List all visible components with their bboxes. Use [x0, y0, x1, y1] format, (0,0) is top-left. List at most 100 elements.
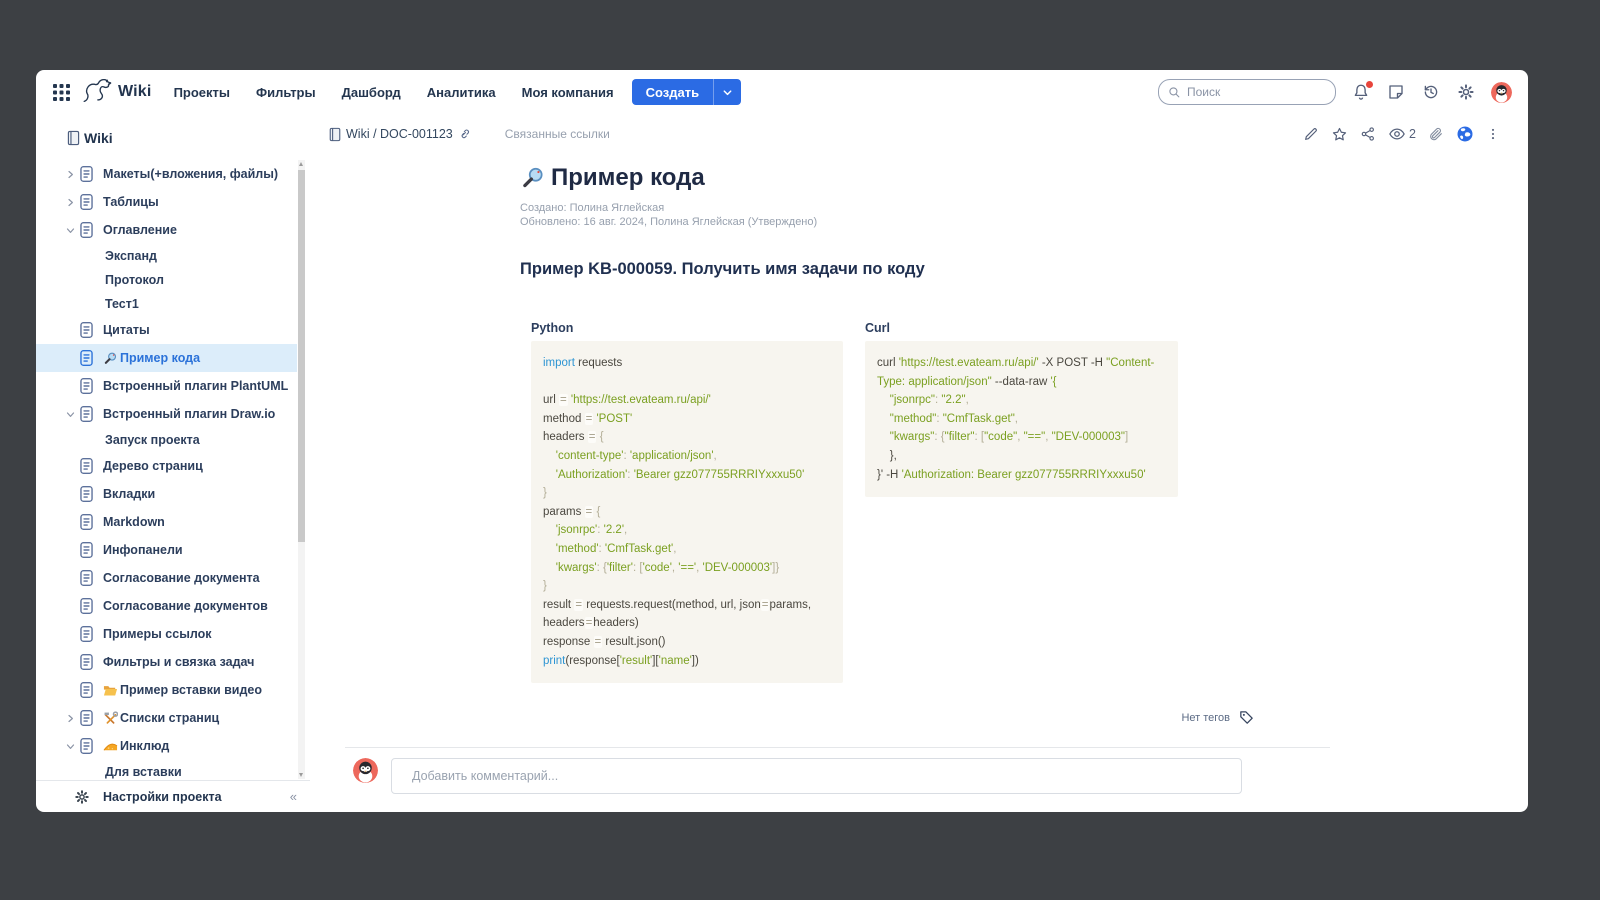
sidebar-item[interactable]: Запуск проекта — [36, 428, 297, 452]
sidebar-item[interactable]: Markdown — [36, 508, 297, 536]
code-line: } — [543, 484, 831, 503]
sidebar-item[interactable]: Вкладки — [36, 480, 297, 508]
create-dropdown-button[interactable] — [714, 79, 741, 105]
collapse-sidebar-button[interactable]: « — [290, 789, 296, 804]
code-block[interactable]: curl 'https://test.evateam.ru/api/' -X P… — [865, 341, 1178, 497]
chevron-right-icon[interactable] — [62, 710, 78, 726]
sidebar-item[interactable]: Фильтры и связка задач — [36, 648, 297, 676]
search-input[interactable]: Поиск — [1158, 79, 1336, 105]
nav-menu-item[interactable]: Проекты — [174, 85, 230, 100]
project-settings-label[interactable]: Настройки проекта — [103, 790, 222, 804]
sidebar-item[interactable]: Дерево страниц — [36, 452, 297, 480]
code-block-label: Python — [531, 321, 843, 335]
sidebar-item[interactable]: Цитаты — [36, 316, 297, 344]
settings-gear-icon[interactable] — [1456, 82, 1476, 102]
create-button[interactable]: Создать — [632, 79, 713, 105]
sidebar-item[interactable]: Инклюд — [36, 732, 297, 760]
code-line: 'method': 'CmfTask.get', — [543, 540, 831, 559]
sidebar-item[interactable]: Протокол — [36, 268, 297, 292]
favorite-star-icon[interactable] — [1331, 126, 1348, 143]
code-line: params = { — [543, 503, 831, 522]
scrollbar-down-arrow[interactable] — [299, 773, 303, 777]
comment-user-avatar — [353, 758, 378, 783]
code-line: headers = { — [543, 428, 831, 447]
breadcrumb[interactable]: Wiki / DOC-001123 — [328, 127, 471, 142]
sidebar-item[interactable]: Пример кода — [36, 344, 297, 372]
document-icon — [78, 513, 95, 531]
code-line: 'jsonrpc': '2.2', — [543, 521, 831, 540]
project-settings-gear-icon[interactable] — [74, 789, 90, 805]
sidebar-item[interactable]: Согласование документа — [36, 564, 297, 592]
history-icon[interactable] — [1421, 82, 1441, 102]
scrollbar-thumb[interactable] — [298, 170, 305, 542]
chevron-right-icon[interactable] — [62, 194, 78, 210]
chevron-spacer — [62, 654, 78, 670]
code-line: 'kwargs': {'filter': ['code', '==', 'DEV… — [543, 559, 831, 578]
user-avatar[interactable] — [1491, 82, 1512, 103]
notifications-bell-icon[interactable] — [1351, 82, 1371, 102]
chevron-down-icon[interactable] — [62, 222, 78, 238]
sidebar-item[interactable]: Встроенный плагин Draw.io — [36, 400, 297, 428]
sidebar-item-label: Markdown — [103, 515, 165, 529]
sidebar-item[interactable]: Тест1 — [36, 292, 297, 316]
dino-logo-icon[interactable] — [80, 79, 114, 105]
document-icon — [78, 405, 95, 423]
sidebar-item[interactable]: Примеры ссылок — [36, 620, 297, 648]
code-line: result = requests.request(method, url, j… — [543, 596, 831, 615]
views-eye-icon[interactable]: 2 — [1388, 125, 1416, 143]
sidebar-wiki-header[interactable]: Wiki — [66, 130, 113, 146]
sidebar-item[interactable]: Списки страниц — [36, 704, 297, 732]
code-column-curl: Curl curl 'https://test.evateam.ru/api/' … — [865, 321, 1178, 497]
code-block-label: Curl — [865, 321, 1178, 335]
document-icon — [78, 457, 95, 475]
content-area: Wiki / DOC-001123 Связанные ссылки — [310, 114, 1528, 812]
document-icon — [78, 653, 95, 671]
search-placeholder: Поиск — [1187, 85, 1220, 99]
nav-menu-item[interactable]: Дашборд — [342, 85, 401, 100]
code-block[interactable]: import requestsurl = 'https://test.evate… — [531, 341, 843, 683]
chevron-spacer — [62, 378, 78, 394]
attachment-paperclip-icon[interactable] — [1428, 126, 1444, 142]
sidebar-item[interactable]: Макеты(+вложения, файлы) — [36, 160, 297, 188]
sidebar-scrollbar[interactable] — [298, 160, 305, 779]
share-icon[interactable] — [1360, 126, 1376, 142]
public-globe-icon[interactable] — [1456, 125, 1474, 143]
nav-menu-item[interactable]: Аналитика — [427, 85, 496, 100]
sidebar-item[interactable]: Экспанд — [36, 244, 297, 268]
sidebar-item[interactable]: Согласование документов — [36, 592, 297, 620]
sidebar-footer: Настройки проекта « — [36, 780, 310, 812]
sidebar-item[interactable]: Для вставки — [36, 760, 297, 781]
sidebar-item[interactable]: Таблицы — [36, 188, 297, 216]
sidebar-item[interactable]: Инфопанели — [36, 536, 297, 564]
sidebar-item[interactable]: Пример вставки видео — [36, 676, 297, 704]
code-line: url = 'https://test.evateam.ru/api/' — [543, 391, 831, 410]
tag-icon[interactable] — [1238, 709, 1255, 726]
document-icon — [78, 625, 95, 643]
apps-grid-icon[interactable] — [50, 81, 72, 103]
sidebar-item[interactable]: Встроенный плагин PlantUML — [36, 372, 297, 400]
magnifier-icon — [520, 165, 546, 191]
scrollbar-up-arrow[interactable] — [299, 162, 303, 166]
chevron-down-icon[interactable] — [62, 738, 78, 754]
chevron-spacer — [62, 322, 78, 338]
add-comment-input[interactable] — [391, 758, 1242, 794]
sidebar-item[interactable]: Оглавление — [36, 216, 297, 244]
document-meta: Создано: Полина Яглейская Обновлено: 16 … — [520, 201, 1330, 229]
document-icon — [78, 737, 95, 755]
chevron-down-icon[interactable] — [62, 406, 78, 422]
page-tree: Макеты(+вложения, файлы)ТаблицыОглавлени… — [36, 160, 297, 781]
document-icon — [78, 321, 95, 339]
more-options-icon[interactable] — [1486, 126, 1500, 142]
book-icon — [328, 127, 342, 142]
code-line: "method": "CmfTask.get", — [877, 410, 1166, 429]
notes-icon[interactable] — [1386, 82, 1406, 102]
nav-menu-item[interactable]: Моя компания — [522, 85, 614, 100]
related-links-tab[interactable]: Связанные ссылки — [505, 127, 610, 141]
document-icon — [78, 681, 95, 699]
body-row: Wiki Макеты(+вложения, файлы)ТаблицыОгла… — [36, 114, 1528, 812]
nav-menu-item[interactable]: Фильтры — [256, 85, 316, 100]
chevron-right-icon[interactable] — [62, 166, 78, 182]
link-icon[interactable] — [457, 127, 471, 141]
edit-pencil-icon[interactable] — [1303, 126, 1319, 142]
breadcrumb-row: Wiki / DOC-001123 Связанные ссылки — [310, 114, 1528, 154]
